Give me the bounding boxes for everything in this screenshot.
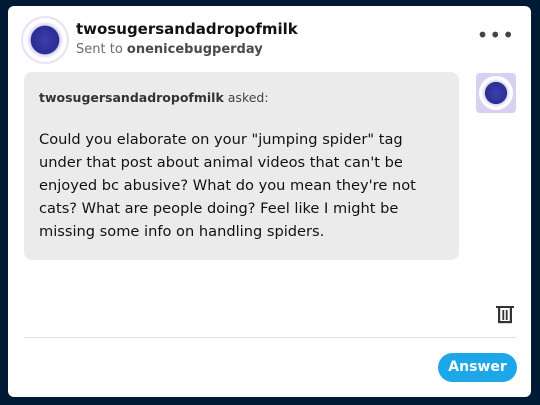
avatar-icon[interactable]: [21, 16, 69, 64]
ask-card: twosugersandadropofmilk Sent to oneniceb…: [8, 6, 531, 397]
asker-avatar-icon[interactable]: [476, 73, 516, 113]
ask-bubble: twosugersandadropofmilk asked: Could you…: [24, 72, 459, 260]
answer-button[interactable]: Answer: [438, 353, 517, 382]
question-text: Could you elaborate on your "jumping spi…: [39, 131, 416, 240]
asker-line: twosugersandadropofmilk asked:: [39, 90, 269, 105]
sent-to-line: Sent to onenicebugperday: [76, 42, 263, 57]
more-options-icon[interactable]: •••: [477, 25, 515, 45]
divider: [24, 337, 516, 338]
asked-label: asked:: [227, 90, 269, 105]
sent-prefix: Sent to: [76, 42, 123, 57]
trash-icon[interactable]: [494, 303, 516, 325]
recipient-link[interactable]: onenicebugperday: [127, 42, 263, 57]
blog-name[interactable]: twosugersandadropofmilk: [76, 20, 298, 38]
asker-name[interactable]: twosugersandadropofmilk: [39, 90, 224, 105]
